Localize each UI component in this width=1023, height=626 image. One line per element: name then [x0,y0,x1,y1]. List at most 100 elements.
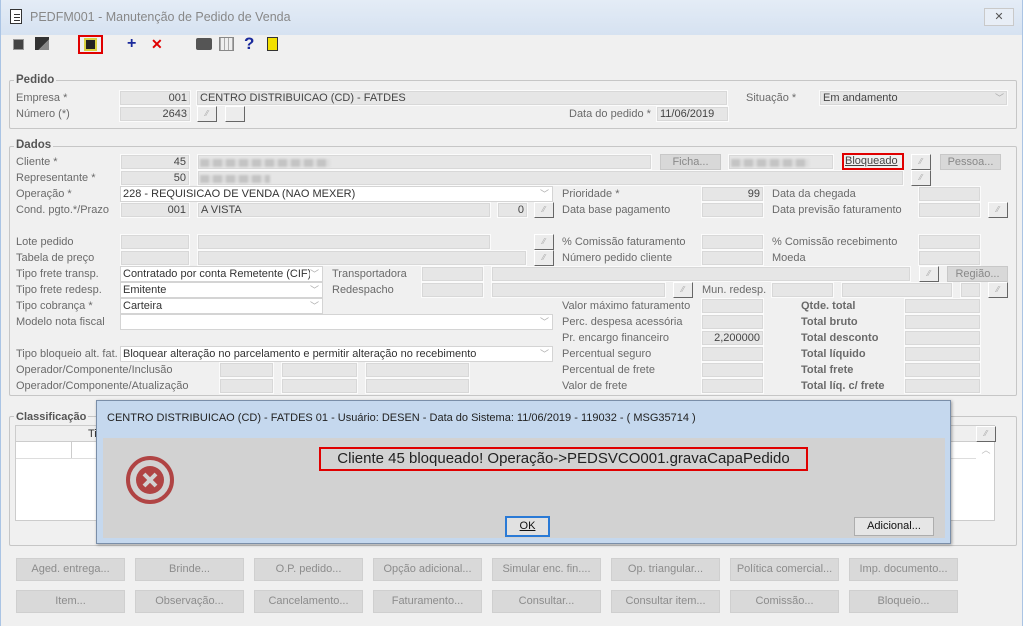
empresa-name-field[interactable]: CENTRO DISTRIBUICAO (CD) - FATDES [196,90,728,106]
regiao-button[interactable]: Região... [947,266,1008,282]
mun-redesp-code-field[interactable] [771,282,834,298]
mun-redesp-name-field[interactable] [841,282,953,298]
perc-desp-field[interactable] [701,314,764,330]
calendar-icon[interactable] [219,37,234,51]
ficha-button[interactable]: Ficha... [660,154,721,170]
redespacho-lookup-button[interactable]: ⁄⁄ [673,282,693,298]
empresa-code-field[interactable]: 001 [119,90,191,106]
buttons-row2-button-4[interactable]: Consultar... [492,590,601,613]
cliente-code-field[interactable]: 45 [120,154,190,170]
cliente-name-field[interactable] [197,154,652,170]
data-prev-lookup-button[interactable]: ⁄⁄ [988,202,1008,218]
grid-config-button[interactable]: ⁄⁄ [976,426,996,442]
lote-code-field[interactable] [120,234,190,250]
redespacho-code-field[interactable] [421,282,484,298]
data-prev-field[interactable] [918,202,981,218]
grid-scrollbar[interactable]: ︿ [978,443,994,521]
data-chegada-field[interactable] [918,186,981,202]
buttons-row1-button-1[interactable]: Brinde... [135,558,244,581]
lote-lookup-button[interactable]: ⁄⁄ [534,234,554,250]
transportadora-name-field[interactable] [491,266,911,282]
cliente-doc-field[interactable] [728,154,834,170]
help-icon[interactable]: ? [244,34,254,54]
buttons-row1-button-2[interactable]: O.P. pedido... [254,558,363,581]
buttons-row2-button-7[interactable]: Bloqueio... [849,590,958,613]
tabela-name-field[interactable] [197,250,527,266]
cond-code-field[interactable]: 001 [120,202,190,218]
total-liquido-label: Total líquido [801,348,866,360]
cond-name-field[interactable]: A VISTA [197,202,491,218]
buttons-row2-button-6[interactable]: Comissão... [730,590,839,613]
buttons-row2-button-2[interactable]: Cancelamento... [254,590,363,613]
cliente-lookup-button[interactable]: ⁄⁄ [911,154,931,170]
window-icon[interactable] [35,37,49,50]
tabela-code-field[interactable] [120,250,190,266]
ok-button[interactable]: OK [505,516,550,537]
delete-icon[interactable]: ✕ [151,36,163,53]
numero-field[interactable]: 2643 [119,106,191,122]
exit-icon[interactable] [267,37,278,51]
bloqueio-label: Tipo bloqueio alt. fat. [16,348,118,360]
perc-frete-field[interactable] [701,362,764,378]
operacao-select[interactable]: 228 - REQUISICAO DE VENDA (NAO MEXER) ﹀ [120,186,553,202]
representante-code-field[interactable]: 50 [120,170,190,186]
comissao-rec-field[interactable] [918,234,981,250]
op-atualizacao-operador-field[interactable] [219,378,274,394]
numero-extra-button[interactable] [225,106,245,122]
op-inclusao-operador-field[interactable] [219,362,274,378]
close-button[interactable]: ✕ [984,8,1014,26]
valor-frete-field[interactable] [701,378,764,394]
representante-name-field[interactable] [197,170,904,186]
add-icon[interactable]: + [127,35,136,53]
prioridade-field[interactable]: 99 [701,186,764,202]
frete-transp-select[interactable]: Contratado por conta Remetente (CIF) ﹀ [120,266,323,282]
save-icon[interactable] [78,35,103,54]
moeda-field[interactable] [918,250,981,266]
buttons-row1-button-3[interactable]: Opção adicional... [373,558,482,581]
valor-max-field[interactable] [701,298,764,314]
representante-lookup-button[interactable]: ⁄⁄ [911,170,931,186]
num-ped-cli-field[interactable] [701,250,764,266]
redespacho-name-field[interactable] [491,282,666,298]
op-inclusao-componente-field[interactable] [281,362,358,378]
buttons-row2-button-3[interactable]: Faturamento... [373,590,482,613]
bloqueado-status: Bloqueado [842,153,904,170]
modelo-select[interactable]: ﹀ [120,314,553,330]
transportadora-lookup-button[interactable]: ⁄⁄ [919,266,939,282]
situacao-value: Em andamento [823,92,898,104]
total-desconto-label: Total desconto [801,332,879,344]
lote-name-field[interactable] [197,234,491,250]
data-base-field[interactable] [701,202,764,218]
encargo-field[interactable]: 2,200000 [701,330,764,346]
op-inclusao-data-field[interactable] [365,362,470,378]
op-atualizacao-data-field[interactable] [365,378,470,394]
navigate-icon[interactable] [13,39,24,50]
transportadora-code-field[interactable] [421,266,484,282]
buttons-row1-button-0[interactable]: Aged. entrega... [16,558,125,581]
prazo-field[interactable]: 0 [497,202,528,218]
op-atualizacao-componente-field[interactable] [281,378,358,394]
buttons-row2-button-1[interactable]: Observação... [135,590,244,613]
perc-seguro-field[interactable] [701,346,764,362]
print-icon[interactable] [196,38,212,50]
situacao-select[interactable]: Em andamento ﹀ [819,90,1008,106]
document-icon [10,9,22,24]
numero-lookup-button[interactable]: ⁄⁄ [197,106,217,122]
comissao-fat-field[interactable] [701,234,764,250]
cond-lookup-button[interactable]: ⁄⁄ [534,202,554,218]
buttons-row1-button-4[interactable]: Simular enc. fin.... [492,558,601,581]
cobranca-select[interactable]: Carteira ﹀ [120,298,323,314]
adicional-button[interactable]: Adicional... [854,517,934,536]
buttons-row1-button-7[interactable]: Imp. documento... [849,558,958,581]
mun-redesp-lookup-button[interactable]: ⁄⁄ [988,282,1008,298]
buttons-row2-button-5[interactable]: Consultar item... [611,590,720,613]
buttons-row1-button-5[interactable]: Op. triangular... [611,558,720,581]
mun-redesp-uf-field[interactable] [960,282,981,298]
frete-redesp-select[interactable]: Emitente ﹀ [120,282,323,298]
data-pedido-field[interactable]: 11/06/2019 [656,106,729,122]
pessoa-button[interactable]: Pessoa... [940,154,1001,170]
tabela-lookup-button[interactable]: ⁄⁄ [534,250,554,266]
buttons-row1-button-6[interactable]: Política comercial... [730,558,839,581]
buttons-row2-button-0[interactable]: Item... [16,590,125,613]
bloqueio-select[interactable]: Bloquear alteração no parcelamento e per… [120,346,553,362]
